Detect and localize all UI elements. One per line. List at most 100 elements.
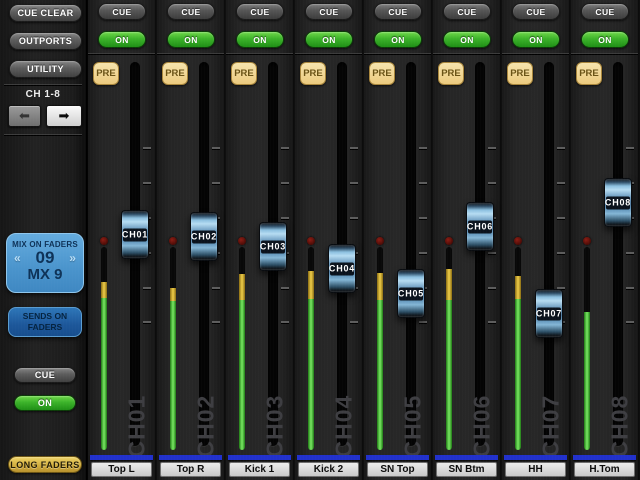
pre-badge[interactable]: PRE	[576, 62, 602, 85]
pre-badge[interactable]: PRE	[231, 62, 257, 85]
meter-yellow-segment	[170, 288, 176, 301]
pre-badge[interactable]: PRE	[369, 62, 395, 85]
fader-scale-tick	[143, 182, 151, 184]
meter-green-segment	[446, 300, 452, 450]
channel-cue-button[interactable]: CUE	[512, 3, 560, 20]
channel-strips: CUE ON PRE CH01 CH01 Top L CUE ON PRE CH…	[88, 0, 640, 480]
fader-cap[interactable]: CH06	[466, 202, 494, 251]
left-control-rail: CUE CLEAR OUTPORTS UTILITY CH 1-8 ⬅ ➡ MI…	[0, 0, 88, 480]
fader-cap[interactable]: CH01	[121, 210, 149, 259]
channel-on-button[interactable]: ON	[443, 31, 491, 48]
fader-scale-tick	[350, 321, 358, 323]
fader-scale-tick	[212, 287, 220, 289]
channel-cue-button[interactable]: CUE	[374, 3, 422, 20]
sends-on-faders-button[interactable]: SENDS ON FADERS	[8, 307, 82, 337]
channel-name-box[interactable]: Kick 2	[298, 462, 359, 477]
master-on-button[interactable]: ON	[14, 395, 76, 411]
channel-name-box[interactable]: Top L	[91, 462, 152, 477]
channel-on-button[interactable]: ON	[512, 31, 560, 48]
channel-color-bar	[504, 455, 567, 460]
divider	[226, 53, 293, 54]
channel-on-button[interactable]: ON	[374, 31, 422, 48]
channel-color-bar	[90, 455, 153, 460]
fader-scale-tick	[350, 147, 358, 149]
fader-cap-label: CH07	[537, 307, 561, 320]
mix-next-icon[interactable]: »	[69, 251, 76, 265]
channel-cue-button[interactable]: CUE	[98, 3, 146, 20]
fader-cap[interactable]: CH08	[604, 178, 632, 227]
fader-scale-tick	[212, 147, 220, 149]
channel-cue-button[interactable]: CUE	[167, 3, 215, 20]
channel-name-box[interactable]: SN Btm	[436, 462, 497, 477]
fader-track[interactable]	[544, 62, 554, 446]
fader-cap-label: CH06	[468, 220, 492, 233]
channel-color-bar	[228, 455, 291, 460]
fader-cap-label: CH01	[123, 228, 147, 241]
divider	[433, 53, 500, 54]
fader-scale-tick	[143, 321, 151, 323]
outports-button[interactable]: OUTPORTS	[9, 32, 82, 50]
channel-name-box[interactable]: Top R	[160, 462, 221, 477]
pre-badge[interactable]: PRE	[300, 62, 326, 85]
mix-name: MX 9	[7, 266, 83, 283]
fader-track[interactable]	[475, 62, 485, 446]
meter-green-segment	[584, 312, 590, 450]
fader-cap[interactable]: CH04	[328, 244, 356, 293]
channel-strip: CUE ON PRE CH08 CH08 H.Tom	[571, 0, 638, 480]
channel-on-button[interactable]: ON	[236, 31, 284, 48]
fader-scale-tick	[488, 321, 496, 323]
channel-strip: CUE ON PRE CH06 CH06 SN Btm	[433, 0, 500, 480]
channel-on-button[interactable]: ON	[581, 31, 629, 48]
fader-scale-tick	[626, 287, 634, 289]
channel-on-button[interactable]: ON	[98, 31, 146, 48]
utility-button[interactable]: UTILITY	[9, 60, 82, 78]
pre-badge[interactable]: PRE	[93, 62, 119, 85]
pre-badge[interactable]: PRE	[162, 62, 188, 85]
bank-previous-button[interactable]: ⬅	[8, 105, 41, 127]
fader-scale-tick	[212, 182, 220, 184]
channel-cue-button[interactable]: CUE	[236, 3, 284, 20]
fader-cap[interactable]: CH05	[397, 269, 425, 318]
channel-name-box[interactable]: Kick 1	[229, 462, 290, 477]
fader-cap[interactable]: CH03	[259, 222, 287, 271]
channel-on-button[interactable]: ON	[167, 31, 215, 48]
channel-color-bar	[435, 455, 498, 460]
channel-cue-button[interactable]: CUE	[305, 3, 353, 20]
fader-scale-tick	[557, 182, 565, 184]
mix-on-faders-panel[interactable]: MIX ON FADERS « 09 » MX 9	[6, 233, 84, 293]
channel-name-box[interactable]: HH	[505, 462, 566, 477]
fader-scale-tick	[143, 287, 151, 289]
divider	[364, 53, 431, 54]
channel-strip: CUE ON PRE CH07 CH07 HH	[502, 0, 569, 480]
meter-green-segment	[170, 301, 176, 450]
channel-on-button[interactable]: ON	[305, 31, 353, 48]
fader-cap[interactable]: CH02	[190, 212, 218, 261]
fader-cap[interactable]: CH07	[535, 289, 563, 338]
channel-name-box[interactable]: H.Tom	[574, 462, 635, 477]
peak-indicator	[100, 237, 108, 245]
fader-track[interactable]	[613, 62, 623, 446]
fader-scale-tick	[143, 147, 151, 149]
channel-cue-button[interactable]: CUE	[443, 3, 491, 20]
channel-strip: CUE ON PRE CH05 CH05 SN Top	[364, 0, 431, 480]
divider	[502, 53, 569, 54]
peak-indicator	[169, 237, 177, 245]
channel-name-box[interactable]: SN Top	[367, 462, 428, 477]
bank-next-button[interactable]: ➡	[46, 105, 82, 127]
fader-scale-tick	[626, 321, 634, 323]
meter-yellow-segment	[446, 269, 452, 300]
mix-number: 09	[36, 248, 55, 268]
pre-badge[interactable]: PRE	[438, 62, 464, 85]
channel-color-bar	[297, 455, 360, 460]
fader-track[interactable]	[406, 62, 416, 446]
fader-scale-tick	[488, 252, 496, 254]
master-cue-button[interactable]: CUE	[14, 367, 76, 383]
pre-badge[interactable]: PRE	[507, 62, 533, 85]
long-faders-button[interactable]: LONG FADERS	[8, 456, 82, 473]
channel-range-label: CH 1-8	[0, 89, 86, 100]
cue-clear-button[interactable]: CUE CLEAR	[9, 4, 82, 22]
channel-cue-button[interactable]: CUE	[581, 3, 629, 20]
divider	[88, 53, 155, 54]
mix-previous-icon[interactable]: «	[14, 251, 21, 265]
fader-cap-label: CH03	[261, 240, 285, 253]
